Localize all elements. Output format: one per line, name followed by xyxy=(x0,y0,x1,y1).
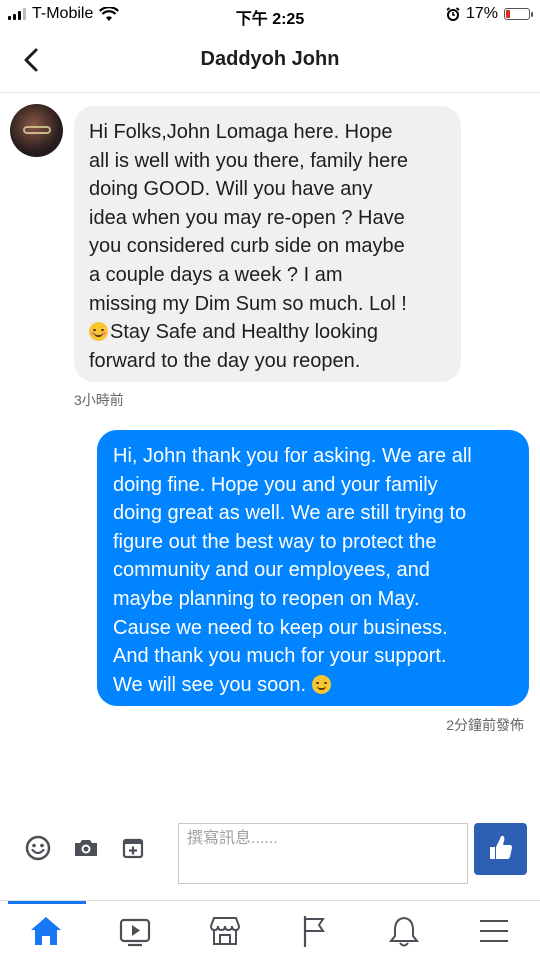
message-line: We will see you soon. xyxy=(113,671,519,700)
camera-icon[interactable] xyxy=(71,833,101,863)
message-line: maybe planning to reopen on May. xyxy=(113,587,420,610)
emoji-icon[interactable] xyxy=(23,833,53,863)
avatar[interactable] xyxy=(10,104,63,157)
message-line: Cause we need to keep our business. xyxy=(113,616,448,639)
video-icon[interactable] xyxy=(115,911,155,951)
status-right: 17% xyxy=(446,5,533,23)
message-line: missing my Dim Sum so much. Lol ! xyxy=(89,292,407,315)
incoming-message-bubble[interactable]: Hi Folks,John Lomaga here. Hope all is w… xyxy=(74,106,461,382)
message-line: all is well with you there, family here xyxy=(89,149,409,172)
thumbs-up-button[interactable] xyxy=(474,823,527,875)
message-line: doing fine. Hope you and your family xyxy=(113,473,438,496)
active-tab-indicator xyxy=(8,901,86,904)
chat-title[interactable]: Daddyoh John xyxy=(0,48,540,71)
bottom-nav xyxy=(0,900,540,961)
message-line: And thank you much for your support. xyxy=(113,645,447,668)
status-bar: T-Mobile 下午 2:25 17% xyxy=(0,0,540,30)
message-line: community and our employees, and xyxy=(113,559,430,582)
smiling-face-icon xyxy=(89,322,108,342)
message-line-text: Stay Safe and Healthy looking xyxy=(110,321,378,344)
message-line: Stay Safe and Healthy looking xyxy=(89,318,451,347)
alarm-icon xyxy=(446,7,460,21)
outgoing-message-bubble[interactable]: Hi, John thank you for asking. We are al… xyxy=(97,430,529,706)
smiley-icon xyxy=(311,674,331,694)
message-text: Hi Folks,John Lomaga here. Hope all is w… xyxy=(89,118,451,375)
message-line: doing great as well. We are still trying… xyxy=(113,502,467,525)
message-line: you considered curb side on maybe xyxy=(89,235,405,258)
flag-icon[interactable] xyxy=(294,911,334,951)
message-line: figure out the best way to protect the xyxy=(113,530,437,553)
message-timestamp: 3小時前 xyxy=(74,392,124,408)
battery-icon xyxy=(504,8,533,20)
message-line: Hi, John thank you for asking. We are al… xyxy=(113,445,472,467)
message-line: a couple days a week ? I am xyxy=(89,263,343,286)
battery-percent: 17% xyxy=(465,5,498,22)
marketplace-icon[interactable] xyxy=(205,911,245,951)
menu-icon[interactable] xyxy=(474,911,514,951)
message-input[interactable] xyxy=(179,824,467,854)
message-line-text: We will see you soon. xyxy=(113,673,307,696)
message-line: forward to the day you reopen. xyxy=(89,349,361,372)
bell-icon[interactable] xyxy=(384,911,424,951)
message-line: doing GOOD. Will you have any xyxy=(89,178,373,201)
message-line: Hi Folks,John Lomaga here. Hope xyxy=(89,121,393,143)
message-input-box[interactable] xyxy=(178,823,468,884)
home-icon[interactable] xyxy=(26,911,66,951)
message-text: Hi, John thank you for asking. We are al… xyxy=(113,442,519,699)
message-timestamp: 2分鐘前發佈 xyxy=(446,717,524,733)
message-line: idea when you may re-open ? Have xyxy=(89,206,405,229)
thumbs-up-icon xyxy=(490,835,512,859)
add-attachment-icon[interactable] xyxy=(118,833,148,863)
chat-header: Daddyoh John xyxy=(0,30,540,93)
